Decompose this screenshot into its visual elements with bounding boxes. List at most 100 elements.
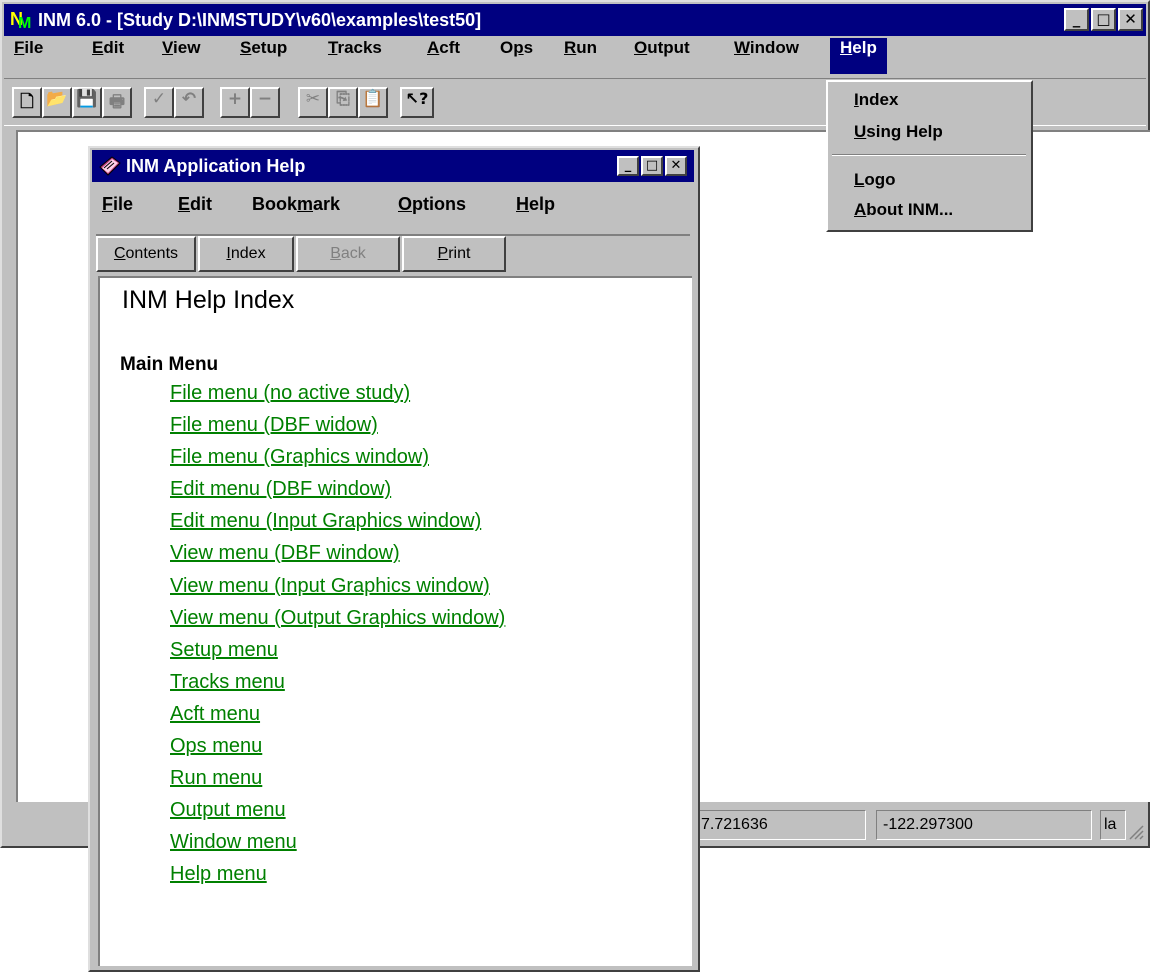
menu-view-label: iew [173, 38, 201, 57]
help-link-file-menu-graphics-window[interactable]: File menu (Graphics window) [170, 446, 505, 478]
menu-window-mnemonic: W [734, 38, 750, 57]
help-link-tracks-menu[interactable]: Tracks menu [170, 671, 505, 703]
remove-icon[interactable]: − [250, 87, 280, 118]
dropdown-using-help-mnemonic: U [854, 122, 867, 141]
help-menu-edit-label: dit [190, 194, 213, 214]
dropdown-logo-mnemonic: L [854, 170, 865, 189]
help-menu-dropdown: Index Using Help Logo About INM... [826, 80, 1033, 232]
help-link-help-menu[interactable]: Help menu [170, 863, 505, 895]
contents-button[interactable]: Contents [96, 236, 196, 272]
paste-icon[interactable]: 📋 [358, 87, 388, 118]
help-link-view-menu-dbf-window[interactable]: View menu (DBF window) [170, 542, 505, 574]
menu-edit-label: dit [103, 38, 125, 57]
help-link-acft-menu[interactable]: Acft menu [170, 703, 505, 735]
help-link-edit-menu-input-graphics-window[interactable]: Edit menu (Input Graphics window) [170, 510, 505, 542]
back-button[interactable]: Back [296, 236, 400, 272]
main-title-bar[interactable]: N M INM 6.0 - [Study D:\INMSTUDY\v60\exa… [4, 4, 1146, 36]
new-file-icon[interactable]: 🗋 [12, 87, 42, 118]
menu-acft[interactable]: Acft [417, 38, 470, 74]
menu-help[interactable]: Help [830, 38, 887, 74]
menu-ops-label: s [523, 38, 534, 57]
save-disk-icon[interactable]: 💾 [72, 87, 102, 118]
help-link-output-menu[interactable]: Output menu [170, 799, 505, 831]
check-icon[interactable]: ✓ [144, 87, 174, 118]
menu-setup[interactable]: Setup [230, 38, 297, 74]
help-button-bar: Contents Index Back Print [96, 234, 690, 274]
add-icon[interactable]: + [220, 87, 250, 118]
undo-icon[interactable]: ↶ [174, 87, 204, 118]
resize-grip-icon[interactable] [1128, 824, 1144, 840]
menu-setup-label: etup [251, 38, 288, 57]
menu-setup-mnemonic: S [240, 38, 252, 57]
menu-run[interactable]: Run [554, 38, 607, 74]
menu-window[interactable]: Window [724, 38, 809, 74]
help-menu-edit[interactable]: Edit [168, 184, 222, 224]
help-link-run-menu[interactable]: Run menu [170, 767, 505, 799]
dropdown-item-index[interactable]: Index [854, 90, 898, 110]
menu-ops-prefix: O [500, 38, 514, 57]
help-menu-options-label: ptions [412, 194, 467, 214]
help-link-file-menu-no-active-study[interactable]: File menu (no active study) [170, 382, 505, 414]
help-link-edit-menu-dbf-window[interactable]: Edit menu (DBF window) [170, 478, 505, 510]
inm-app-icon[interactable]: N M [10, 9, 34, 32]
menu-view-mnemonic: V [162, 38, 174, 57]
menu-edit[interactable]: Edit [82, 38, 134, 74]
maximize-button[interactable]: □ [1091, 8, 1116, 31]
help-link-view-menu-input-graphics-window[interactable]: View menu (Input Graphics window) [170, 575, 505, 607]
help-menu-help-label: elp [529, 194, 556, 214]
help-menu-options[interactable]: Options [388, 184, 476, 224]
help-window: INM Application Help _ □ ✕ File Edit Boo… [88, 146, 700, 972]
menu-ops[interactable]: Ops [490, 38, 543, 74]
help-link-view-menu-output-graphics-window[interactable]: View menu (Output Graphics window) [170, 607, 505, 639]
status-extra: la [1100, 810, 1126, 840]
context-help-icon[interactable]: ↖? [400, 87, 434, 118]
help-menu-bookmark-prefix: Book [252, 194, 297, 214]
help-title-bar[interactable]: INM Application Help _ □ ✕ [92, 150, 694, 182]
status-latitude: 7.721636 [694, 810, 866, 840]
contents-mnemonic: C [113, 245, 126, 262]
print-button[interactable]: Print [402, 236, 506, 272]
cut-icon[interactable]: ✂ [298, 87, 328, 118]
help-link-setup-menu[interactable]: Setup menu [170, 639, 505, 671]
menu-help-mnemonic: H [840, 38, 853, 57]
help-link-window-menu[interactable]: Window menu [170, 831, 505, 863]
close-button[interactable]: ✕ [1118, 8, 1143, 31]
menu-file-mnemonic: F [14, 38, 25, 57]
help-link-file-menu-dbf-widow[interactable]: File menu (DBF widow) [170, 414, 505, 446]
book-icon[interactable] [98, 155, 122, 177]
menu-file[interactable]: File [4, 38, 53, 74]
menu-acft-mnemonic: A [427, 38, 440, 57]
help-close-button[interactable]: ✕ [665, 156, 687, 176]
help-menu-bookmark[interactable]: Bookmark [242, 184, 350, 224]
minimize-button[interactable]: _ [1064, 8, 1089, 31]
dropdown-item-using-help[interactable]: Using Help [854, 122, 943, 142]
menu-run-mnemonic: R [564, 38, 577, 57]
open-folder-icon[interactable]: 📂 [42, 87, 72, 118]
index-label: ndex [230, 245, 266, 262]
dropdown-item-logo[interactable]: Logo [854, 170, 896, 190]
help-minimize-button[interactable]: _ [617, 156, 639, 176]
copy-icon[interactable]: ⎘ [328, 87, 358, 118]
help-content-pane[interactable]: INM Help Index Main Menu File menu (no a… [98, 276, 692, 966]
help-menu-help-mnemonic: H [516, 194, 529, 214]
index-button[interactable]: Index [198, 236, 294, 272]
dropdown-about-label: bout INM... [866, 200, 954, 219]
menu-tracks[interactable]: Tracks [318, 38, 392, 74]
help-maximize-button[interactable]: □ [641, 156, 663, 176]
menu-view[interactable]: View [152, 38, 210, 74]
back-label: ack [340, 245, 366, 262]
menu-ops-mnemonic: p [513, 38, 524, 57]
menu-help-label: elp [852, 38, 877, 57]
menu-output[interactable]: Output [624, 38, 700, 74]
print-icon[interactable]: 🖶 [102, 87, 132, 118]
help-menu-bookmark-label: ark [313, 194, 341, 214]
help-menu-edit-mnemonic: E [178, 194, 191, 214]
main-window-title: INM 6.0 - [Study D:\INMSTUDY\v60\example… [38, 10, 482, 30]
dropdown-item-about-inm[interactable]: About INM... [854, 200, 953, 220]
help-menu-bookmark-mnemonic: m [297, 194, 314, 214]
menu-output-mnemonic: O [634, 38, 648, 57]
help-menu-help[interactable]: Help [506, 184, 565, 224]
menu-tracks-label: racks [337, 38, 382, 57]
help-menu-file[interactable]: File [92, 184, 143, 224]
help-link-ops-menu[interactable]: Ops menu [170, 735, 505, 767]
